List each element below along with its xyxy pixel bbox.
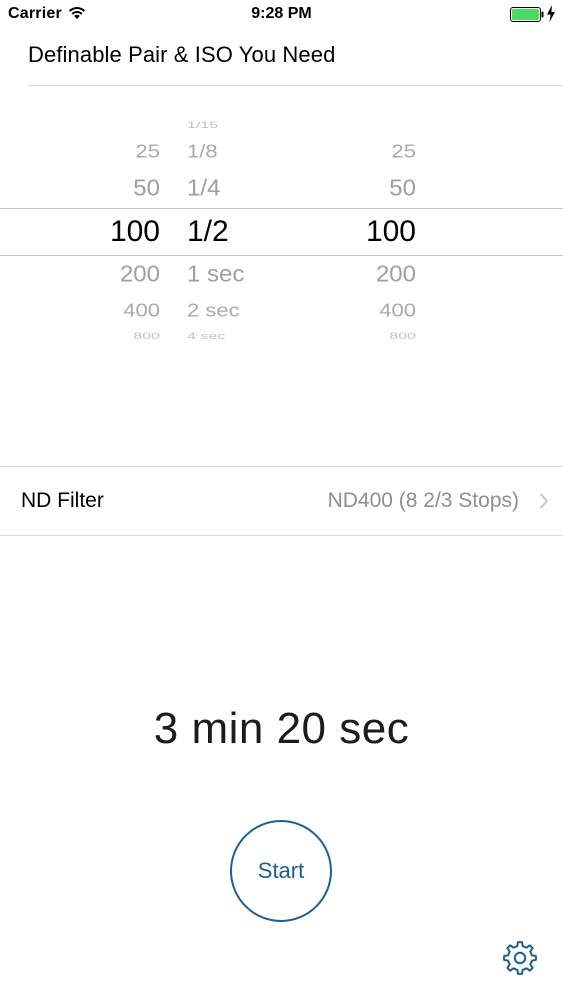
header-divider [28, 85, 563, 86]
nd-filter-value: ND400 (8 2/3 Stops) [327, 489, 519, 512]
status-bar: Carrier 9:28 PM [0, 0, 563, 30]
picker-target-iso-item-selected[interactable]: 100 [0, 210, 416, 254]
picker-target-iso-item[interactable]: 800 [0, 325, 416, 349]
gear-icon[interactable] [502, 940, 538, 976]
nd-row-bottom-divider [0, 535, 563, 536]
nd-filter-label: ND Filter [21, 489, 104, 512]
nd-filter-row[interactable]: ND Filter ND400 (8 2/3 Stops) [0, 467, 563, 535]
battery-icon [510, 7, 544, 22]
exposure-picker[interactable]: 25 50 100 200 400 800 1/15 1/8 1/4 1/2 1 sec 2 sec 4… [0, 100, 563, 360]
picker-target-iso-item[interactable]: 25 [0, 134, 416, 170]
chevron-right-icon [540, 493, 548, 509]
page-title: Definable Pair & ISO You Need [28, 42, 336, 67]
bolt-icon [547, 5, 555, 22]
start-button[interactable]: Start [230, 820, 332, 922]
status-time: 9:28 PM [251, 5, 312, 22]
picker-target-iso-item[interactable]: 50 [0, 168, 416, 210]
exposure-result: 3 min 20 sec [153, 704, 410, 753]
